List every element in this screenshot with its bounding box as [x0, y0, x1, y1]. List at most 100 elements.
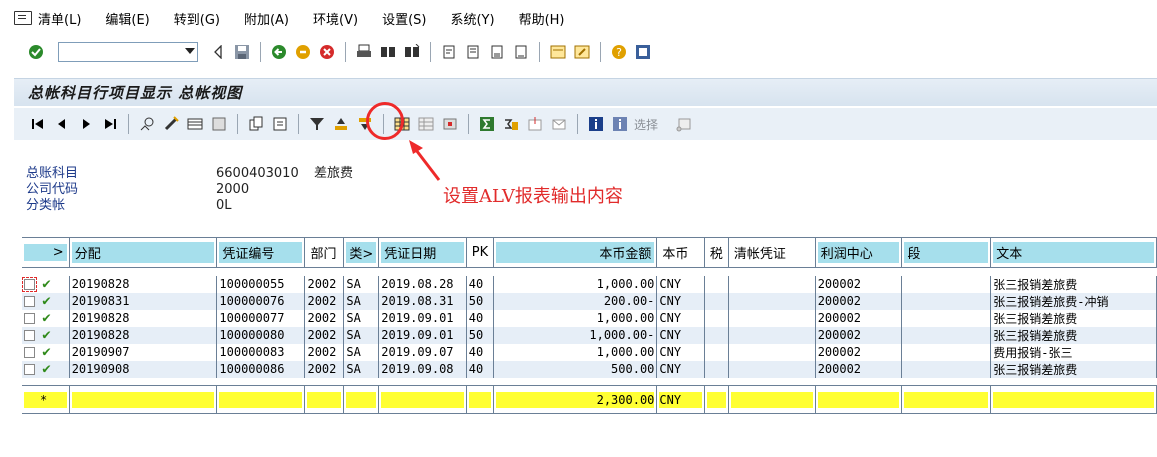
exit-icon[interactable] [294, 43, 312, 61]
column-header-local-amount[interactable]: 本币金额 [493, 237, 658, 268]
find-icon[interactable] [379, 43, 397, 61]
prev-page-icon[interactable] [464, 43, 482, 61]
column-header-clearing-doc[interactable]: 清帐凭证 [728, 237, 816, 268]
cell-text: 张三报销差旅费 [990, 275, 1157, 293]
column-header-profit-center[interactable]: 利润中心 [815, 237, 903, 268]
select-icon[interactable] [610, 114, 630, 134]
select-layout-icon[interactable] [416, 114, 436, 134]
table-row[interactable]: ✔ 20190828 100000077 2002 SA 2019.09.01 … [22, 309, 1157, 327]
layout-menu-icon[interactable] [634, 43, 652, 61]
last-page-icon[interactable] [100, 114, 120, 134]
mail-icon[interactable] [549, 114, 569, 134]
check-icon: ✔ [42, 344, 51, 360]
total-blank [71, 391, 215, 408]
document-icon[interactable] [209, 114, 229, 134]
annotation-text: 设置ALV报表输出内容 [443, 186, 623, 207]
cell-document-number: 100000076 [216, 292, 306, 310]
first-page-icon[interactable] [440, 43, 458, 61]
shortcut-icon[interactable] [573, 43, 591, 61]
command-input[interactable] [59, 43, 177, 61]
cell-tax [704, 292, 729, 310]
cell-text: 张三报销差旅费 [990, 326, 1157, 344]
row-checkbox[interactable] [24, 347, 35, 358]
column-header-posting-key[interactable]: PK [466, 237, 495, 268]
table-row[interactable]: ✔ 20190831 100000076 2002 SA 2019.08.31 … [22, 292, 1157, 310]
menu-item-environment[interactable]: 环境(V) [313, 9, 358, 28]
column-header-text[interactable]: 文本 [990, 237, 1157, 268]
cell-type: SA [343, 360, 380, 378]
column-header-document-number[interactable]: 凭证编号 [216, 237, 306, 268]
menu-item-help[interactable]: 帮助(H) [519, 9, 565, 28]
cell-assignment: 20190831 [69, 292, 218, 310]
column-header-type[interactable]: 类> [343, 237, 380, 268]
row-checkbox[interactable] [24, 296, 35, 307]
table-row[interactable]: ✔ 20190908 100000086 2002 SA 2019.09.08 … [22, 360, 1157, 378]
change-icon[interactable] [161, 114, 181, 134]
column-header-department[interactable]: 部门 [304, 237, 345, 268]
next-page-icon[interactable] [76, 114, 96, 134]
next-page-icon[interactable] [488, 43, 506, 61]
print-icon[interactable] [355, 43, 373, 61]
first-page-icon[interactable] [28, 114, 48, 134]
column-header-document-date[interactable]: 凭证日期 [378, 237, 467, 268]
table-row[interactable]: ✔ 20190828 100000080 2002 SA 2019.09.01 … [22, 326, 1157, 344]
sort-ascending-icon[interactable] [331, 114, 351, 134]
cell-type: SA [343, 292, 380, 310]
menu-icon[interactable] [14, 11, 32, 25]
table-row[interactable]: ✔ 20190907 100000083 2002 SA 2019.09.07 … [22, 343, 1157, 361]
back-icon[interactable] [270, 43, 288, 61]
copy-icon[interactable] [246, 114, 266, 134]
cell-amount: 500.00 [493, 360, 658, 378]
menu-item-settings[interactable]: 设置(S) [382, 9, 426, 28]
cancel-icon[interactable] [318, 43, 336, 61]
left-triangle-icon[interactable] [209, 43, 227, 61]
column-header-tax[interactable]: 税 [704, 237, 729, 268]
row-checkbox[interactable] [22, 277, 37, 292]
column-header-local-currency[interactable]: 本币 [656, 237, 705, 268]
table-row[interactable]: ✔ 20190828 100000055 2002 SA 2019.08.28 … [22, 275, 1157, 293]
scroll-icon[interactable] [674, 114, 694, 134]
application-toolbar: 选择 [14, 108, 1157, 140]
menu-item-goto[interactable]: 转到(G) [174, 9, 220, 28]
total-row[interactable]: * 2,300.00 CNY [22, 385, 1157, 414]
cell-date: 2019.09.01 [378, 309, 467, 327]
menu-item-extras[interactable]: 附加(A) [244, 9, 289, 28]
row-checkbox[interactable] [24, 364, 35, 375]
grid-header-row: > 分配 凭证编号 部门 类> 凭证日期 PK 本币金额 本币 税 清帐凭证 利… [22, 237, 1157, 268]
menu-item-system[interactable]: 系统(Y) [450, 9, 494, 28]
cell-date: 2019.09.01 [378, 326, 467, 344]
toolbar-separator [468, 114, 469, 134]
row-checkbox[interactable] [24, 330, 35, 341]
filter-icon[interactable] [307, 114, 327, 134]
chevron-down-icon[interactable] [185, 48, 195, 54]
sum-icon[interactable] [477, 114, 497, 134]
cell-date: 2019.09.07 [378, 343, 467, 361]
select-button-label[interactable]: 选择 [634, 116, 658, 133]
command-field[interactable] [58, 42, 198, 62]
column-header-selector[interactable]: > [22, 237, 70, 268]
prev-page-icon[interactable] [52, 114, 72, 134]
export-icon[interactable] [525, 114, 545, 134]
subtotal-icon[interactable] [501, 114, 521, 134]
cell-segment [901, 343, 992, 361]
info-icon[interactable] [586, 114, 606, 134]
save-icon[interactable] [233, 43, 251, 61]
menu-item-list[interactable]: 清单(L) [38, 9, 81, 28]
info-value: 6600403010 [216, 166, 299, 181]
help-icon[interactable]: ? [610, 43, 628, 61]
new-session-icon[interactable] [549, 43, 567, 61]
display-icon[interactable] [137, 114, 157, 134]
save-layout-icon[interactable] [440, 114, 460, 134]
cell-amount: 1,000.00 [493, 275, 658, 293]
total-marker: * [24, 391, 67, 408]
menu-item-edit[interactable]: 编辑(E) [105, 9, 149, 28]
enter-icon[interactable] [27, 43, 45, 61]
row-checkbox[interactable] [24, 313, 35, 324]
last-page-icon[interactable] [512, 43, 530, 61]
detail-icon[interactable] [270, 114, 290, 134]
svg-text:?: ? [616, 46, 622, 59]
column-header-segment[interactable]: 段 [901, 237, 992, 268]
columns-icon[interactable] [185, 114, 205, 134]
find-next-icon[interactable] [403, 43, 421, 61]
column-header-assignment[interactable]: 分配 [69, 237, 218, 268]
